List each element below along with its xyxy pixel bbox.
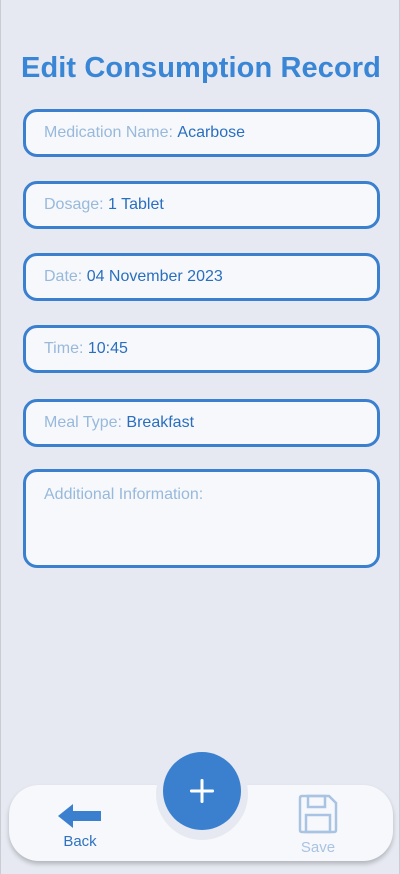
time-label: Time: bbox=[44, 340, 88, 357]
back-label: Back bbox=[63, 833, 97, 850]
medication-name-field[interactable]: Medication Name: Acarbose bbox=[23, 109, 380, 157]
dosage-label: Dosage: bbox=[44, 196, 109, 213]
plus-icon bbox=[190, 779, 214, 803]
meal-type-label: Meal Type: bbox=[44, 414, 127, 431]
add-button[interactable] bbox=[163, 752, 241, 830]
back-button[interactable]: Back bbox=[51, 803, 109, 850]
page-title: Edit Consumption Record bbox=[21, 52, 381, 84]
edit-consumption-screen: Edit Consumption Record Medication Name:… bbox=[0, 0, 400, 874]
medication-name-value: Acarbose bbox=[177, 124, 245, 141]
medication-name-label: Medication Name: bbox=[44, 124, 178, 141]
floppy-disk-icon bbox=[298, 794, 338, 834]
date-field[interactable]: Date: 04 November 2023 bbox=[23, 253, 380, 301]
meal-type-field[interactable]: Meal Type: Breakfast bbox=[23, 399, 380, 447]
dosage-field[interactable]: Dosage: 1 Tablet bbox=[23, 181, 380, 229]
date-label: Date: bbox=[44, 268, 87, 285]
time-field[interactable]: Time: 10:45 bbox=[23, 325, 380, 373]
time-value: 10:45 bbox=[87, 340, 128, 357]
save-button[interactable]: Save bbox=[289, 793, 347, 856]
save-label: Save bbox=[300, 839, 336, 856]
date-value: 04 November 2023 bbox=[86, 268, 223, 285]
additional-information-field[interactable]: Additional Information: bbox=[23, 469, 380, 568]
additional-information-placeholder: Additional Information: bbox=[44, 486, 204, 503]
dosage-value: 1 Tablet bbox=[108, 196, 164, 213]
arrow-left-icon bbox=[58, 804, 101, 828]
meal-type-value: Breakfast bbox=[126, 414, 195, 431]
